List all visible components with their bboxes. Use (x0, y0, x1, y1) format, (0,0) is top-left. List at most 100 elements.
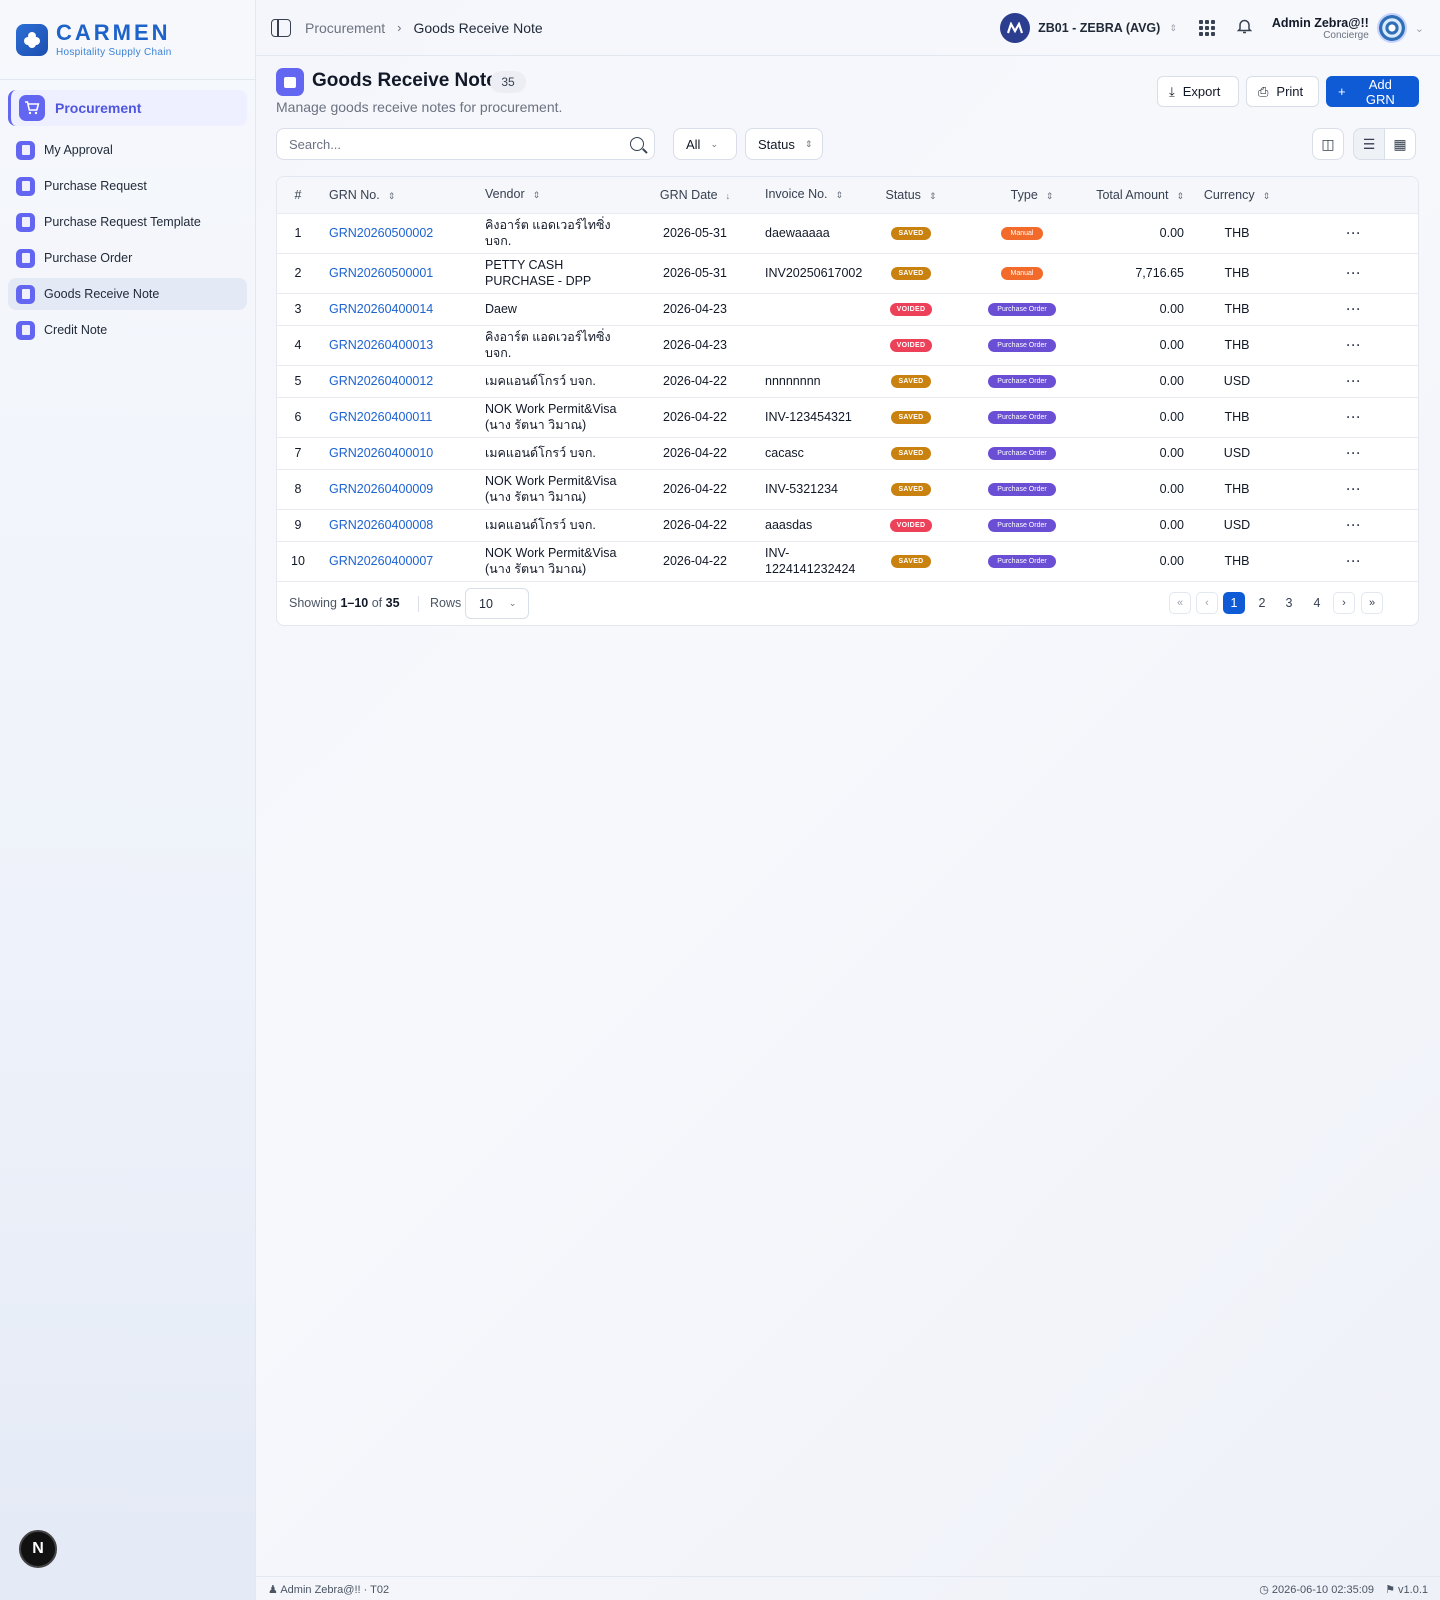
total-amount: 0.00 (1159, 374, 1184, 388)
status-filter-select[interactable]: Status ⇕ (745, 128, 823, 160)
column-header-status[interactable]: Status ⇕ (874, 177, 948, 213)
total-amount: 0.00 (1159, 554, 1184, 569)
page-button-3[interactable]: 3 (1278, 592, 1300, 614)
row-index: 2 (294, 266, 302, 280)
showing-label: Showing (289, 596, 337, 610)
grn-number-link[interactable]: GRN20260500002 (329, 226, 433, 240)
status-badge: SAVED (891, 447, 931, 461)
apps-grid-icon[interactable] (1198, 20, 1215, 36)
breadcrumb-procurement[interactable]: Procurement (305, 20, 385, 36)
grn-number-link[interactable]: GRN20260400012 (329, 374, 433, 388)
grn-number-link[interactable]: GRN20260400010 (329, 446, 433, 460)
vendor-cell: เมคแอนด์โกรว์ บจก. (479, 437, 633, 469)
sidebar-item-credit-note[interactable]: Credit Note (8, 314, 247, 346)
last-page-button[interactable]: » (1361, 592, 1383, 614)
grn-number-link[interactable]: GRN20260400014 (329, 302, 433, 316)
sort-icon: ⇕ (532, 190, 541, 201)
dev-tools-badge[interactable]: N (19, 1530, 57, 1568)
double-chevron-left-icon: « (1176, 597, 1184, 609)
zebra-logo-icon (1000, 13, 1031, 43)
more-actions-icon[interactable]: ··· (1347, 410, 1362, 424)
grn-number-link[interactable]: GRN20260500001 (329, 266, 433, 280)
sidebar-item-goods-receive-note[interactable]: Goods Receive Note (8, 278, 247, 310)
sidebar-item-label: Purchase Order (44, 251, 133, 265)
sidebar-item-purchase-request[interactable]: Purchase Request (8, 170, 247, 202)
column-header-label: GRN Date (659, 187, 718, 202)
page-button-4[interactable]: 4 (1306, 592, 1328, 614)
export-button[interactable]: ⤓ Export (1157, 76, 1239, 107)
invoice-line-1: INV-5321234 (765, 482, 838, 496)
columns-toggle-button[interactable]: ◫ (1312, 128, 1344, 160)
more-actions-icon[interactable]: ··· (1347, 446, 1362, 460)
more-actions-icon[interactable]: ··· (1347, 482, 1362, 496)
sidebar-item-label: Goods Receive Note (44, 287, 160, 301)
column-header-total-amount[interactable]: Total Amount ⇕ (1096, 177, 1184, 213)
invoice-cell: nnnnnnnn (757, 365, 874, 397)
table-row[interactable]: 8 GRN20260400009 NOK Work Permit&Visa (นาง … (277, 469, 1418, 509)
total-amount: 0.00 (1159, 410, 1184, 424)
table-row[interactable]: 9 GRN20260400008 เมคแอนด์โกรว์ บจก. 2026-04… (277, 509, 1418, 541)
grid-view-button[interactable]: ▦ (1384, 128, 1416, 160)
grn-date: 2026-05-31 (663, 266, 727, 280)
column-header-label: # (294, 187, 302, 202)
column-header-label: Vendor (485, 187, 525, 202)
grn-date: 2026-04-22 (663, 410, 727, 424)
table-row[interactable]: 10 GRN20260400007 NOK Work Permit&Visa (นาง… (277, 541, 1418, 581)
sidebar-toggle-icon[interactable] (271, 18, 291, 37)
scope-filter-select[interactable]: All ⌄ (673, 128, 737, 160)
sidebar-item-my-approval[interactable]: My Approval (8, 134, 247, 166)
status-footer: ♟ Admin Zebra@!! · T02 ◷ 2026-06-10 02:3… (256, 1576, 1440, 1600)
more-actions-icon[interactable]: ··· (1347, 266, 1362, 280)
grn-number-link[interactable]: GRN20260400008 (329, 518, 433, 532)
page-button-1[interactable]: 1 (1223, 592, 1245, 614)
chevron-down-icon: ⌄ (710, 138, 718, 149)
column-header-type[interactable]: Type ⇕ (948, 177, 1096, 213)
prev-page-button[interactable]: ‹ (1196, 592, 1218, 614)
table-row[interactable]: 6 GRN20260400011 NOK Work Permit&Visa (นาง … (277, 397, 1418, 437)
column-header-grn-no[interactable]: GRN No. ⇕ (319, 177, 479, 213)
bell-icon[interactable] (1236, 18, 1253, 39)
more-actions-icon[interactable]: ··· (1347, 338, 1362, 352)
sort-icon: ⇕ (928, 190, 937, 201)
sidebar-item-purchase-order[interactable]: Purchase Order (8, 242, 247, 274)
business-unit-selector[interactable]: ZB01 - ZEBRA (AVG) ⇕ (1000, 13, 1177, 43)
rows-per-page-select[interactable]: 10 ⌄ (465, 588, 529, 619)
brand[interactable]: CARMEN Hospitality Supply Chain (0, 0, 255, 80)
next-page-button[interactable]: › (1333, 592, 1355, 614)
more-actions-icon[interactable]: ··· (1347, 518, 1362, 532)
chevron-down-icon[interactable]: ⌄ (1415, 22, 1424, 35)
table-row[interactable]: 1 GRN20260500002 คิงอาร์ต แอดเวอร์ไทซิ่ง บจ… (277, 213, 1418, 253)
document-icon (16, 176, 35, 196)
table-row[interactable]: 4 GRN20260400013 คิงอาร์ต แอดเวอร์ไทซิ่ง บจ… (277, 325, 1418, 365)
grn-number-link[interactable]: GRN20260400007 (329, 554, 433, 568)
grn-number-link[interactable]: GRN20260400009 (329, 482, 433, 496)
user-menu[interactable]: Admin Zebra@!! Concierge (1272, 16, 1369, 41)
first-page-button[interactable]: « (1169, 592, 1191, 614)
column-header-currency[interactable]: Currency ⇕ (1184, 177, 1290, 213)
sort-icon: ⇕ (1262, 190, 1271, 201)
page-button-2[interactable]: 2 (1251, 592, 1273, 614)
table-row[interactable]: 7 GRN20260400010 เมคแอนด์โกรว์ บจก. 2026-04… (277, 437, 1418, 469)
more-actions-icon[interactable]: ··· (1347, 374, 1362, 388)
currency: THB (1224, 554, 1250, 569)
sidebar-item-purchase-request-template[interactable]: Purchase Request Template (8, 206, 247, 238)
grn-number-link[interactable]: GRN20260400011 (329, 410, 432, 424)
more-actions-icon[interactable]: ··· (1347, 554, 1362, 568)
more-actions-icon[interactable]: ··· (1347, 226, 1362, 240)
search-input[interactable]: Search... (276, 128, 655, 160)
table-row[interactable]: 3 GRN20260400014 Daew 2026-04-23 VOIDED Purch… (277, 293, 1418, 325)
table-row[interactable]: 2 GRN20260500001 PETTY CASH PURCHASE - DPP 2… (277, 253, 1418, 293)
status-badge: VOIDED (889, 303, 933, 317)
more-actions-icon[interactable]: ··· (1347, 302, 1362, 316)
avatar[interactable] (1376, 13, 1407, 43)
print-button[interactable]: ⎙ Print (1246, 76, 1319, 107)
add-grn-button[interactable]: + Add GRN (1326, 76, 1419, 107)
vendor-line-2: (นาง รัตนา วิมาณ) (485, 490, 587, 504)
column-header-invoice-no[interactable]: Invoice No. ⇕ (757, 177, 874, 213)
sidebar-section-procurement[interactable]: Procurement (8, 90, 247, 126)
column-header-grn-date[interactable]: GRN Date ↓ (633, 177, 757, 213)
grn-number-link[interactable]: GRN20260400013 (329, 338, 433, 352)
column-header-vendor[interactable]: Vendor ⇕ (479, 177, 633, 213)
list-view-button[interactable]: ☰ (1353, 128, 1385, 160)
table-row[interactable]: 5 GRN20260400012 เมคแอนด์โกรว์ บจก. 2026-04… (277, 365, 1418, 397)
